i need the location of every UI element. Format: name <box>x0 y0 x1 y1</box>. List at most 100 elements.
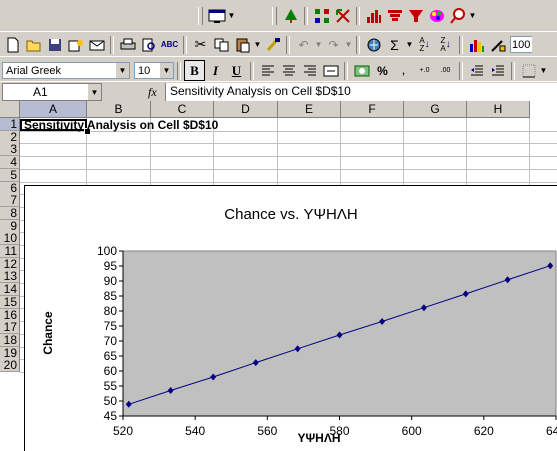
email-icon[interactable] <box>86 34 107 55</box>
autosum-icon[interactable]: Σ <box>384 34 405 55</box>
fx-icon[interactable]: fx <box>148 85 157 100</box>
row-header-1[interactable]: 1 <box>0 118 20 131</box>
italic-button[interactable]: I <box>205 60 226 81</box>
new-icon[interactable] <box>2 34 23 55</box>
merge-center-icon[interactable] <box>320 60 341 81</box>
name-box[interactable]: A1 ▼ <box>2 83 102 101</box>
cell-a1[interactable]: Sensitivity Analysis on Cell $D$10 <box>24 119 218 132</box>
chart-object[interactable]: Chance vs. ΥΨΗΛΗ 45 50 55 60 65 70 75 80 85 90 95 1… <box>24 185 557 451</box>
row-header-3[interactable]: 3 <box>0 143 20 156</box>
decrease-indent-icon[interactable] <box>466 60 487 81</box>
save-icon[interactable] <box>44 34 65 55</box>
column-header-a[interactable]: A <box>20 101 87 118</box>
toolbar-grip[interactable] <box>198 6 203 25</box>
borders-icon[interactable] <box>518 60 539 81</box>
align-left-icon[interactable] <box>257 60 278 81</box>
print-preview-icon[interactable] <box>138 34 159 55</box>
align-center-icon[interactable] <box>278 60 299 81</box>
row-header-13[interactable]: 13 <box>0 270 20 283</box>
decrease-decimal-icon[interactable]: .00 <box>435 60 456 81</box>
dropdown-arrow-icon[interactable]: ▼ <box>344 34 353 55</box>
analysis-toolbar-2: ▼ <box>270 5 477 26</box>
currency-icon[interactable] <box>351 60 372 81</box>
copy-icon[interactable] <box>211 34 232 55</box>
row-header-18[interactable]: 18 <box>0 334 20 347</box>
formula-bar: A1 ▼ fx Sensitivity Analysis on Cell $D$… <box>0 81 557 102</box>
top-toolbar-strip: ▼ ▼ <box>0 0 557 31</box>
dropdown-arrow-icon[interactable]: ▼ <box>405 34 414 55</box>
dropdown-arrow-icon[interactable]: ▼ <box>539 60 548 81</box>
formula-input[interactable]: Sensitivity Analysis on Cell $D$10 <box>165 83 557 101</box>
dropdown-arrow-icon[interactable]: ▼ <box>468 5 477 26</box>
comma-style-icon[interactable]: , <box>393 60 414 81</box>
paste-icon[interactable] <box>232 34 253 55</box>
grid-row-line <box>20 169 557 170</box>
column-header-b[interactable]: B <box>87 101 151 118</box>
row-header-17[interactable]: 17 <box>0 321 20 334</box>
palette-icon[interactable] <box>426 5 447 26</box>
grid-nodes-icon[interactable] <box>311 5 332 26</box>
font-name-select[interactable]: Arial Greek ▼ <box>2 62 130 79</box>
y-axis: 4550556065707580859095100 <box>97 244 124 423</box>
analysis-toolbar-1: ▼ <box>196 5 236 26</box>
bold-button[interactable]: B <box>184 60 205 81</box>
row-header-5[interactable]: 5 <box>0 169 20 182</box>
chevron-down-icon[interactable]: ▼ <box>159 63 173 78</box>
underline-button[interactable]: U <box>226 60 247 81</box>
grid-row-line <box>20 143 557 144</box>
undo-icon[interactable]: ↶ <box>293 34 314 55</box>
row-header-10[interactable]: 10 <box>0 232 20 245</box>
row-header-20[interactable]: 20 <box>0 359 20 372</box>
zoom-box[interactable]: 100 <box>510 36 532 53</box>
column-header-h[interactable]: H <box>467 101 530 118</box>
y-tick-label: 60 <box>104 364 118 378</box>
sort-descending-icon[interactable]: Z A ↓ <box>435 34 456 55</box>
arrows-icon[interactable] <box>332 5 353 26</box>
name-box-value: A1 <box>33 85 48 99</box>
magnifier-icon[interactable] <box>447 5 468 26</box>
sort-ascending-icon[interactable]: A Z ↓ <box>414 34 435 55</box>
row-header-15[interactable]: 15 <box>0 296 20 309</box>
chevron-down-icon[interactable]: ▼ <box>87 84 101 100</box>
row-header-4[interactable]: 4 <box>0 156 20 169</box>
open-icon[interactable] <box>23 34 44 55</box>
hyperlink-icon[interactable] <box>363 34 384 55</box>
increase-decimal-icon[interactable]: +.0 <box>414 60 435 81</box>
column-header-g[interactable]: G <box>404 101 467 118</box>
bar-chart-red-icon[interactable] <box>363 5 384 26</box>
x-tick-label: 640 <box>546 424 557 438</box>
format-painter-icon[interactable] <box>262 34 283 55</box>
tree-icon[interactable] <box>280 5 301 26</box>
redo-icon[interactable]: ↷ <box>323 34 344 55</box>
row-header-8[interactable]: 8 <box>0 207 20 220</box>
dropdown-arrow-icon[interactable]: ▼ <box>314 34 323 55</box>
permission-icon[interactable] <box>65 34 86 55</box>
x-tick-label: 560 <box>257 424 277 438</box>
align-right-icon[interactable] <box>299 60 320 81</box>
x-axis-label: ΥΨΗΛΗ <box>297 431 340 445</box>
increase-indent-icon[interactable] <box>487 60 508 81</box>
print-icon[interactable] <box>117 34 138 55</box>
funnel-icon[interactable] <box>405 5 426 26</box>
cut-icon[interactable]: ✂ <box>190 34 211 55</box>
column-header-c[interactable]: C <box>151 101 214 118</box>
chevron-down-icon[interactable]: ▼ <box>115 63 129 78</box>
dropdown-arrow-icon[interactable]: ▼ <box>253 34 262 55</box>
chart-window-icon[interactable] <box>206 5 227 26</box>
column-header-f[interactable]: F <box>341 101 404 118</box>
toolbar-grip[interactable] <box>272 6 277 25</box>
dropdown-arrow-icon[interactable]: ▼ <box>227 5 236 26</box>
column-header-e[interactable]: E <box>278 101 341 118</box>
row-header-11[interactable]: 11 <box>0 245 20 258</box>
spelling-icon[interactable]: ABC <box>159 34 180 55</box>
tornado-icon[interactable] <box>384 5 405 26</box>
percent-icon[interactable]: % <box>372 60 393 81</box>
select-all-corner[interactable] <box>0 101 20 118</box>
column-header-d[interactable]: D <box>214 101 278 118</box>
chart-wizard-icon[interactable] <box>466 34 487 55</box>
row-header-7[interactable]: 7 <box>0 194 20 207</box>
x-tick-label: 600 <box>402 424 422 438</box>
font-size-select[interactable]: 10 ▼ <box>134 62 174 79</box>
drawing-icon[interactable] <box>487 34 508 55</box>
row-header-14[interactable]: 14 <box>0 283 20 296</box>
